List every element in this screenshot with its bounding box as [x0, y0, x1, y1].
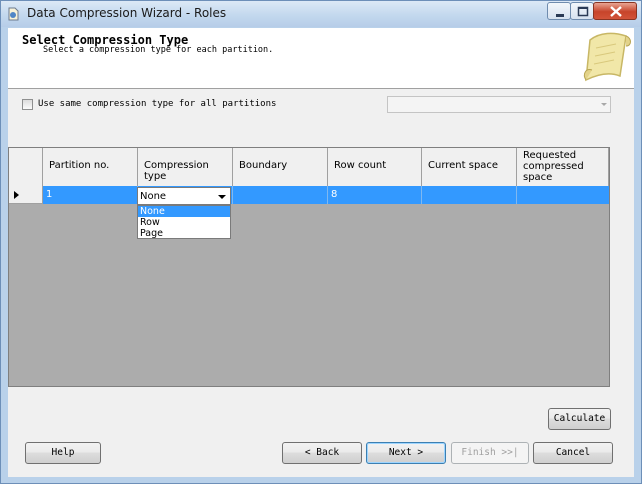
title-bar[interactable]: Data Compression Wizard - Roles	[1, 1, 641, 27]
close-button[interactable]	[593, 2, 637, 20]
col-requested-space[interactable]: Requested compressed space	[517, 148, 609, 186]
col-row-count[interactable]: Row count	[328, 148, 422, 186]
minimize-icon	[556, 14, 564, 17]
cell-text: 8	[331, 189, 338, 200]
partition-grid[interactable]: Partition no. Compression type Boundary …	[8, 147, 610, 387]
dropdown-option-page[interactable]: Page	[138, 228, 230, 239]
next-button[interactable]: Next >	[366, 442, 446, 464]
finish-button[interactable]: Finish >>|	[451, 442, 529, 464]
col-partition-no[interactable]: Partition no.	[43, 148, 138, 186]
compression-type-list: None Row Page	[137, 205, 231, 239]
same-type-label: Use same compression type for all partit…	[38, 99, 277, 109]
cell-row-count[interactable]: 8	[328, 186, 422, 204]
col-boundary[interactable]: Boundary	[233, 148, 328, 186]
dropdown-option-none[interactable]: None	[138, 206, 230, 217]
col-label: Row count	[334, 160, 387, 171]
col-label: Compression type	[144, 160, 209, 182]
option-label: Row	[140, 217, 160, 228]
col-label: Requested compressed space	[523, 150, 584, 183]
wizard-window: Data Compression Wizard - Roles Select C…	[0, 0, 642, 484]
app-icon	[8, 7, 19, 21]
col-current-space[interactable]: Current space	[422, 148, 517, 186]
cell-partition[interactable]: 1	[43, 186, 138, 204]
option-label: None	[140, 206, 165, 217]
col-label: Partition no.	[49, 160, 110, 171]
minimize-button[interactable]	[547, 2, 571, 20]
chevron-down-icon	[601, 103, 607, 106]
help-button[interactable]: Help	[25, 442, 101, 464]
cell-requested-space[interactable]	[517, 186, 609, 204]
grid-corner	[9, 148, 43, 186]
col-label: Current space	[428, 160, 499, 171]
compression-type-dropdown[interactable]: None	[137, 187, 231, 205]
col-label: Boundary	[239, 160, 288, 171]
scroll-icon	[583, 32, 631, 82]
back-button[interactable]: < Back	[282, 442, 362, 464]
same-type-checkbox[interactable]	[22, 99, 33, 110]
current-row-icon	[14, 191, 19, 199]
cell-text: 1	[46, 189, 53, 200]
calculate-button[interactable]: Calculate	[548, 408, 611, 430]
page-subtitle: Select a compression type for each parti…	[43, 45, 274, 55]
cell-boundary[interactable]	[233, 186, 328, 204]
dropdown-value: None	[140, 191, 167, 202]
cell-current-space[interactable]	[422, 186, 517, 204]
maximize-button[interactable]	[570, 2, 594, 20]
maximize-icon	[577, 6, 589, 17]
cancel-button[interactable]: Cancel	[533, 442, 613, 464]
dropdown-option-row[interactable]: Row	[138, 217, 230, 228]
row-header[interactable]	[9, 186, 43, 204]
wizard-body: Select Compression Type Select a compres…	[8, 28, 634, 477]
same-type-combo[interactable]	[387, 96, 611, 113]
option-label: Page	[140, 228, 163, 239]
window-title: Data Compression Wizard - Roles	[27, 6, 227, 20]
col-compression-type[interactable]: Compression type	[138, 148, 233, 186]
close-icon	[610, 6, 622, 17]
wizard-header: Select Compression Type Select a compres…	[8, 28, 634, 89]
chevron-down-icon	[218, 195, 226, 199]
